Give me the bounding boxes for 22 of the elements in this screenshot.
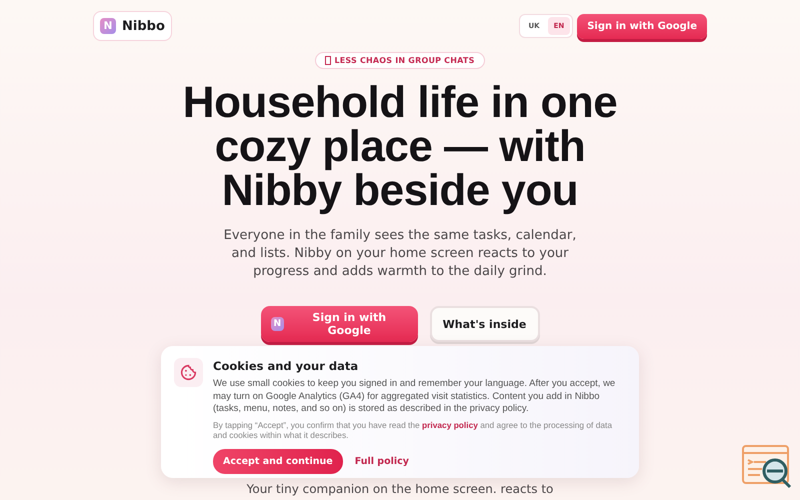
cookie-description: We use small cookies to keep you signed in and remember your language. After you accept, we may turn on Google Analytics (GA4) for aggregated visit statistics. Content you add in Nibbo (tasks, menu, notes, and so on) is stored as described in the privacy policy. bbox=[213, 378, 616, 416]
accept-button[interactable]: Accept and continue bbox=[213, 448, 343, 474]
hero-title: cozy place — with bbox=[214, 125, 586, 169]
badge-text: LESS CHAOS IN GROUP CHATS bbox=[334, 56, 475, 65]
cookie-icon bbox=[180, 364, 197, 381]
hero-title: Household life in one bbox=[182, 81, 618, 125]
missing-glyph-icon bbox=[325, 56, 332, 65]
logo[interactable]: N Nibbo bbox=[93, 11, 172, 41]
sign-in-button[interactable]: Sign in with Google bbox=[577, 14, 707, 38]
hero-subtitle: Everyone in the family sees the same tasks, calendar, and lists. Nibby on your home screen reacts to your progress and adds warmth to the daily grind. bbox=[222, 227, 578, 281]
browser-search-icon[interactable] bbox=[742, 445, 792, 489]
privacy-policy-link[interactable]: privacy policy bbox=[422, 420, 478, 430]
full-policy-link[interactable]: Full policy bbox=[354, 456, 409, 467]
hero-title: Nibby beside you bbox=[222, 169, 580, 213]
whats-inside-button[interactable]: What's inside bbox=[430, 306, 540, 342]
cookie-title: Cookies and your data bbox=[213, 359, 360, 373]
google-sign-in-button[interactable]: N Sign in with Google bbox=[260, 306, 418, 342]
consent-note: By tapping “Accept”, you confirm that you have read the privacy policy and agree to the processing of data and cookies within what it describes. bbox=[213, 420, 614, 440]
logo-mark: N bbox=[270, 317, 284, 331]
logo-mark: N bbox=[100, 18, 116, 34]
brand-name: Nibbo bbox=[122, 18, 165, 34]
companion-text: Your tiny companion on the home screen. reacts to bbox=[246, 482, 554, 496]
